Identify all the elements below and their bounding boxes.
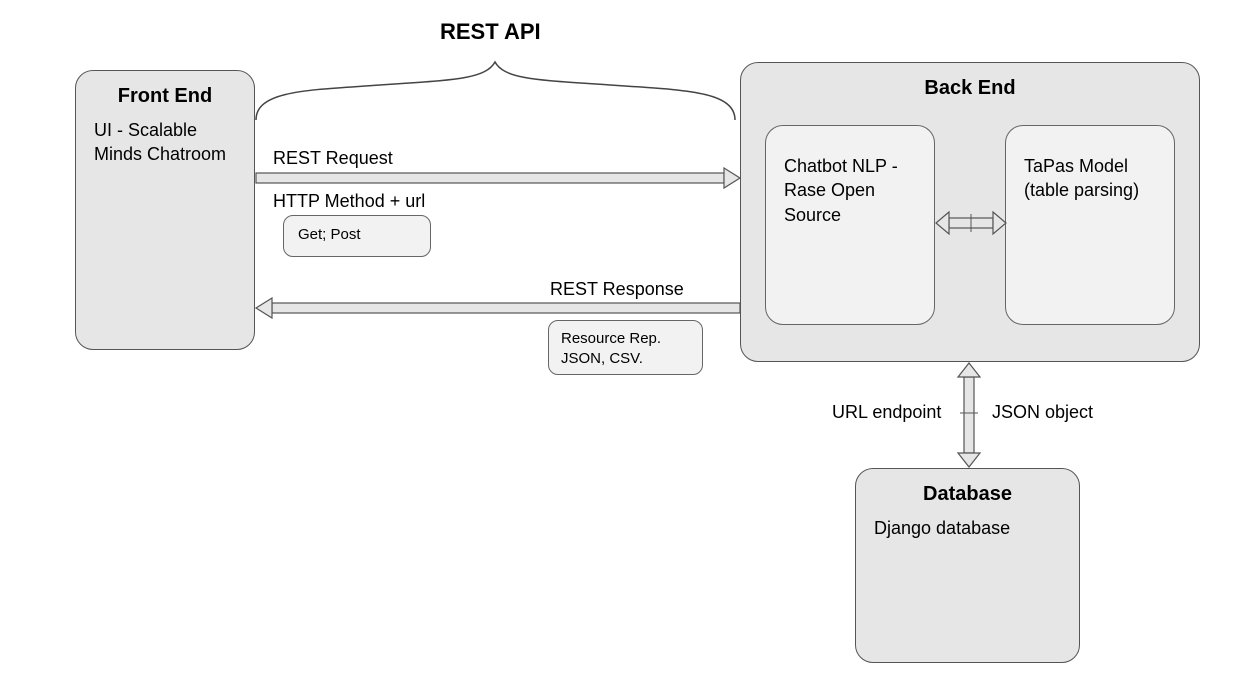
getpost-box: Get; Post bbox=[283, 215, 431, 257]
resource-box: Resource Rep. JSON, CSV. bbox=[548, 320, 703, 375]
chatbot-box: Chatbot NLP - Rase Open Source bbox=[765, 125, 935, 325]
frontend-title: Front End bbox=[76, 85, 254, 108]
frontend-box: Front End UI - Scalable Minds Chatroom bbox=[75, 70, 255, 350]
tapas-box: TaPas Model (table parsing) bbox=[1005, 125, 1175, 325]
rest-response-label: REST Response bbox=[550, 279, 684, 300]
database-title: Database bbox=[856, 483, 1079, 506]
backend-title: Back End bbox=[741, 77, 1199, 100]
getpost-label: Get; Post bbox=[284, 216, 430, 253]
frontend-content: UI - Scalable Minds Chatroom bbox=[76, 108, 254, 167]
rest-request-arrow bbox=[256, 168, 740, 188]
database-content: Django database bbox=[856, 506, 1079, 540]
resource-label: Resource Rep. JSON, CSV. bbox=[549, 321, 702, 376]
rest-api-title: REST API bbox=[440, 19, 541, 45]
rest-request-label: REST Request bbox=[273, 148, 393, 169]
chatbot-content: Chatbot NLP - Rase Open Source bbox=[766, 126, 934, 227]
curly-brace bbox=[256, 62, 735, 120]
rest-response-arrow bbox=[256, 298, 740, 318]
url-endpoint-label: URL endpoint bbox=[832, 402, 941, 423]
backend-database-arrow bbox=[958, 363, 980, 467]
http-method-label: HTTP Method + url bbox=[273, 191, 425, 212]
database-box: Database Django database bbox=[855, 468, 1080, 663]
json-object-label: JSON object bbox=[992, 402, 1093, 423]
tapas-content: TaPas Model (table parsing) bbox=[1006, 126, 1174, 203]
